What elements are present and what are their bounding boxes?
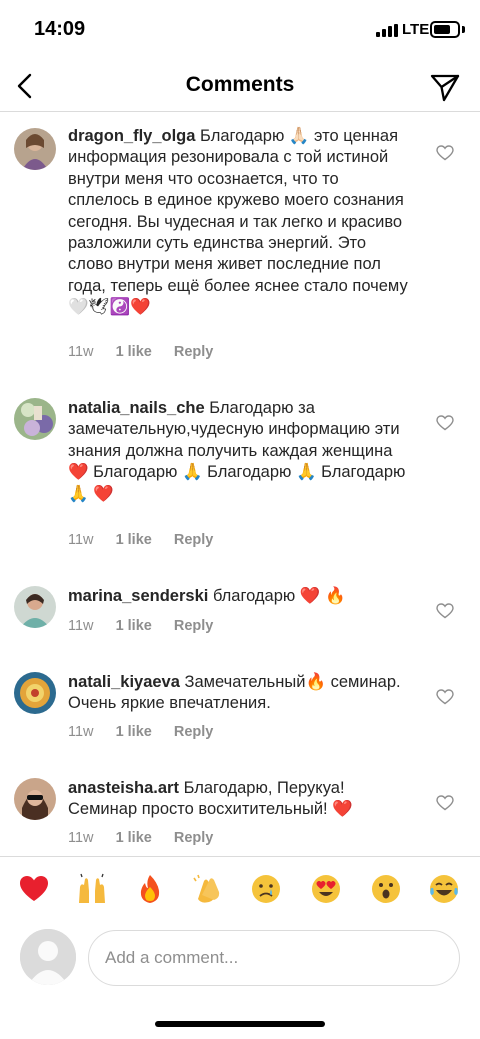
reply-button[interactable]: Reply [174,344,214,360]
comment-meta: 11w 1 like Reply [68,618,231,634]
avatar[interactable] [14,398,56,440]
comment-time: 11w [68,532,94,548]
comment-text: благодарю ❤️ 🔥 [212,587,346,605]
comment-username[interactable]: marina_senderski [68,587,208,605]
avatar[interactable] [14,128,56,170]
like-button[interactable] [436,795,454,811]
like-button[interactable] [436,603,454,619]
heart-outline-icon [436,145,454,161]
share-button[interactable] [428,70,462,104]
reaction-astonished-button[interactable] [370,873,402,905]
comment-item: dragon_fly_olga Благодарю 🙏🏻 это ценная … [0,124,480,374]
like-button[interactable] [436,689,454,705]
like-button[interactable] [436,145,454,161]
user-placeholder-icon [20,929,76,985]
status-bar: 14:09 LTE [0,0,480,62]
send-direct-icon [430,74,460,102]
comment-likes[interactable]: 1 like [116,532,152,548]
comment-likes[interactable]: 1 like [116,618,152,634]
comment-time: 11w [68,618,94,634]
reaction-heart-eyes-button[interactable] [310,873,342,905]
comment-meta: 11w 1 like Reply [68,830,231,846]
comment-username[interactable]: dragon_fly_olga [68,127,195,145]
astonished-face-emoji-icon [372,875,400,903]
comment-text-block: dragon_fly_olga Благодарю 🙏🏻 это ценная … [68,126,414,319]
reaction-clapping-button[interactable] [192,873,224,905]
avatar[interactable] [14,672,56,714]
heart-emoji-icon [20,876,48,901]
comment-item: natalia_nails_che Благодарю за замечател… [0,394,480,564]
comment-text: Благодарю 🙏🏻 это ценная информация резон… [68,127,408,317]
reply-button[interactable]: Reply [174,618,214,634]
reaction-crying-button[interactable] [250,873,282,905]
clapping-hands-emoji-icon [193,874,220,903]
comment-text-block: natali_kiyaeva Замечательный🔥 семинар. О… [68,672,414,715]
reaction-heart-button[interactable] [18,873,50,905]
comment-text-block: marina_senderski благодарю ❤️ 🔥 [68,586,414,607]
signal-strength-icon [376,24,398,37]
page-title: Comments [185,73,295,96]
heart-outline-icon [436,689,454,705]
comment-time: 11w [68,344,94,360]
comment-text-block: anasteisha.art Благодарю, Перукуа! Семин… [68,778,414,821]
comment-likes[interactable]: 1 like [116,830,152,846]
reaction-raising-hands-button[interactable] [76,873,108,905]
avatar[interactable] [14,586,56,628]
comment-item: marina_senderski благодарю ❤️ 🔥 11w 1 li… [0,582,480,652]
avatar[interactable] [14,778,56,820]
comment-meta: 11w 1 like Reply [68,344,231,360]
comment-time: 11w [68,830,94,846]
comment-item: natali_kiyaeva Замечательный🔥 семинар. О… [0,668,480,748]
current-user-avatar[interactable] [20,929,76,985]
comment-username[interactable]: natali_kiyaeva [68,673,180,691]
raising-hands-emoji-icon [79,873,105,903]
network-label: LTE [402,21,430,38]
header: Comments [0,62,480,112]
reply-button[interactable]: Reply [174,532,214,548]
comment-username[interactable]: natalia_nails_che [68,399,205,417]
like-button[interactable] [436,415,454,431]
heart-outline-icon [436,415,454,431]
battery-icon [430,21,460,38]
reaction-fire-button[interactable] [134,873,166,905]
comment-meta: 11w 1 like Reply [68,532,231,548]
reply-button[interactable]: Reply [174,724,214,740]
heart-eyes-emoji-icon [312,875,340,903]
battery-tip [462,26,465,33]
tears-of-joy-emoji-icon [430,875,458,903]
comment-likes[interactable]: 1 like [116,724,152,740]
heart-outline-icon [436,603,454,619]
heart-outline-icon [436,795,454,811]
comment-input[interactable] [88,930,460,986]
fire-emoji-icon [140,875,160,903]
comment-item: anasteisha.art Благодарю, Перукуа! Семин… [0,774,480,854]
comment-username[interactable]: anasteisha.art [68,779,179,797]
home-indicator [155,1021,325,1027]
comment-meta: 11w 1 like Reply [68,724,231,740]
comment-likes[interactable]: 1 like [116,344,152,360]
reply-button[interactable]: Reply [174,830,214,846]
comment-text-block: natalia_nails_che Благодарю за замечател… [68,398,414,505]
reaction-tears-of-joy-button[interactable] [428,873,460,905]
status-time: 14:09 [34,18,86,40]
crying-face-emoji-icon [252,875,280,903]
comment-time: 11w [68,724,94,740]
